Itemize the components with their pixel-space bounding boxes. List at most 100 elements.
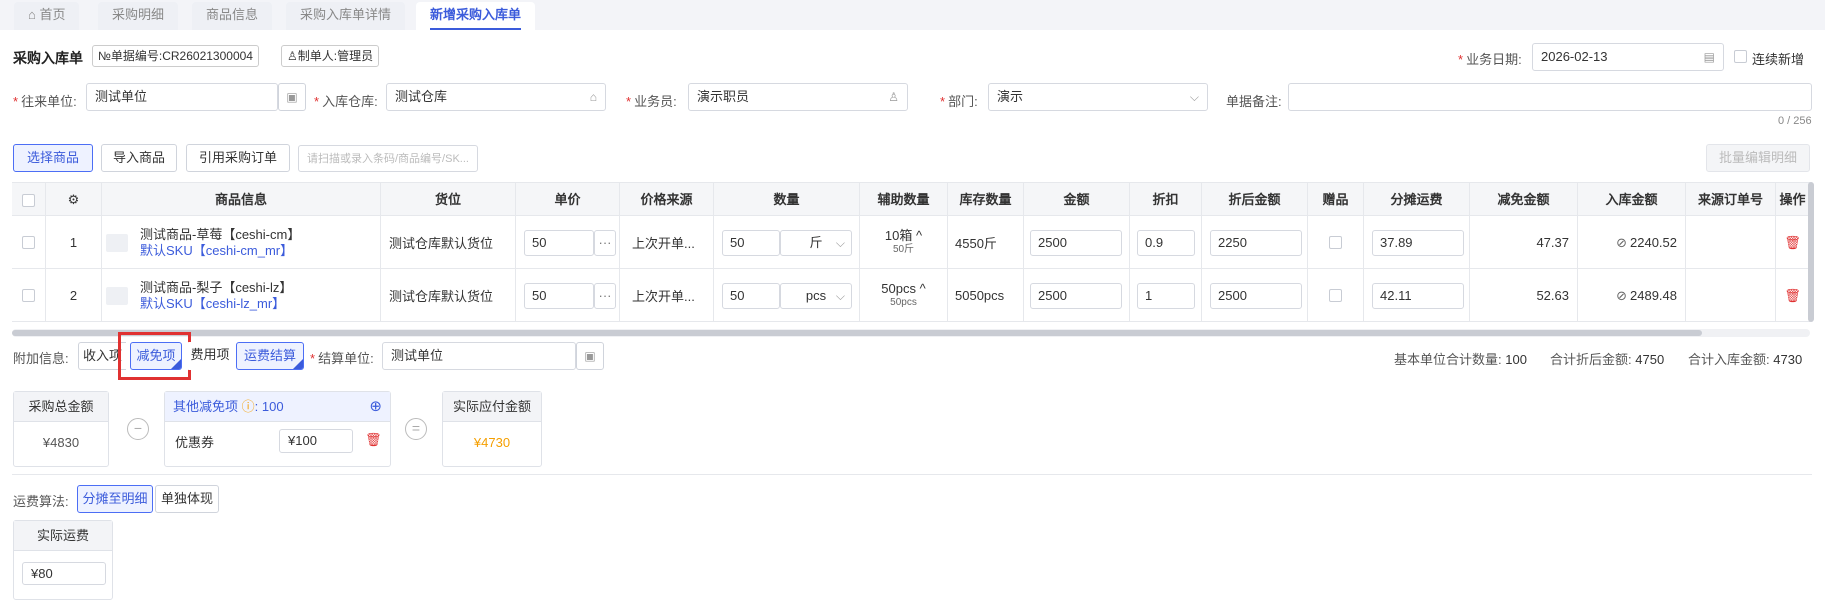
qty-input[interactable]: 50 [722, 229, 780, 256]
stock-cell: 5050pcs [948, 269, 1024, 322]
eye-off-icon[interactable]: ⊘ [1616, 288, 1627, 304]
aux-qty-cell[interactable]: 10箱 ^ 50斤 [860, 216, 948, 269]
price-input[interactable]: 50 [524, 229, 594, 256]
row-checkbox[interactable] [22, 289, 35, 302]
col-action: 操作 [1776, 183, 1810, 217]
actual-freight-label: 实际运费 [14, 521, 112, 551]
gift-checkbox[interactable] [1329, 236, 1342, 249]
import-goods-button[interactable]: 导入商品 [101, 144, 177, 172]
price-source[interactable]: 上次开单... [620, 216, 714, 269]
warehouse-input[interactable]: 测试仓库 ⌂ [386, 83, 606, 111]
user-icon: ♙ [888, 90, 899, 104]
gear-icon[interactable]: ⚙ [68, 192, 80, 207]
salesman-input[interactable]: 演示职员 ♙ [688, 83, 908, 111]
purchase-total-value: ¥4830 [42, 435, 80, 450]
goods-image-icon [106, 233, 128, 252]
freight-input[interactable]: 37.89 [1372, 229, 1464, 256]
discount-input[interactable]: 0.9 [1137, 229, 1195, 256]
chevron-down-icon: ⌵ [1189, 90, 1199, 104]
partner-input[interactable]: 测试单位 [86, 83, 278, 111]
sku-link[interactable]: 默认SKU【ceshi-cm_mr】 [140, 243, 300, 259]
eye-off-icon[interactable]: ⊘ [1616, 235, 1627, 251]
delete-icon[interactable]: 🗑 [365, 432, 382, 448]
col-amount: 金额 [1024, 183, 1130, 217]
freight-single-option[interactable]: 单独体现 [155, 485, 219, 513]
unit-select[interactable]: 斤 ⌵ [780, 229, 852, 256]
price-more-button[interactable]: ··· [594, 282, 616, 309]
goods-image-icon [106, 286, 128, 305]
aux-qty-cell[interactable]: 50pcs ^ 50pcs [860, 269, 948, 322]
payable-label: 实际应付金额 [443, 392, 541, 422]
goods-name: 测试商品-梨子【ceshi-lz】 [140, 279, 293, 295]
col-source-order: 来源订单号 [1686, 183, 1776, 217]
freight-algo-label: 运费算法: [13, 494, 69, 509]
tab-new-inbound[interactable]: 新增采购入库单 [416, 2, 536, 30]
dept-select[interactable]: 演示 ⌵ [988, 83, 1208, 111]
col-freight: 分摊运费 [1364, 183, 1470, 217]
creator-label: 制单人: [297, 49, 338, 63]
row-index: 2 [46, 269, 102, 322]
help-icon[interactable]: ⓘ [242, 399, 255, 414]
continue-label: 连续新增 [1752, 52, 1805, 67]
actual-freight-input[interactable]: ¥80 [22, 562, 106, 585]
location-cell: 测试仓库默认货位 [381, 216, 516, 269]
freight-split-option[interactable]: 分摊至明细 [77, 485, 153, 513]
creator-tag: ♙制单人:管理员 [281, 45, 380, 67]
price-input[interactable]: 50 [524, 282, 594, 309]
tab-inbound-detail[interactable]: 采购入库单详情 [286, 2, 406, 30]
qty-input[interactable]: 50 [722, 282, 780, 309]
amount-input[interactable]: 2500 [1030, 229, 1122, 256]
gift-checkbox[interactable] [1329, 289, 1342, 302]
table-scrollbar-thumb[interactable] [12, 330, 1702, 336]
unit-select[interactable]: pcs ⌵ [780, 282, 852, 309]
payable-value: ¥4730 [473, 435, 511, 450]
sku-link[interactable]: 默认SKU【ceshi-lz_mr】 [140, 296, 292, 312]
other-reduce-box: 其他减免项 ⓘ: 100 ⊕ 优惠券 ¥100 🗑 [164, 391, 391, 467]
row-checkbox[interactable] [22, 236, 35, 249]
delete-icon[interactable]: 🗑 [1776, 269, 1810, 322]
tab-fee[interactable]: 费用项 [186, 342, 234, 370]
table-row: 1 测试商品-草莓【ceshi-cm】 默认SKU【ceshi-cm_mr】 测… [12, 216, 1810, 269]
settle-picker-button[interactable]: ▣ [576, 342, 604, 370]
warehouse-label: * 入库仓库: [314, 94, 378, 109]
batch-edit-button[interactable]: 批量编辑明细 [1706, 144, 1810, 172]
col-aux-qty: 辅助数量 [860, 183, 948, 217]
add-icon[interactable]: ⊕ [369, 392, 382, 422]
delete-icon[interactable]: 🗑 [1776, 216, 1810, 269]
settle-input[interactable]: 测试单位 [382, 342, 576, 370]
chevron-down-icon: ⌵ [835, 235, 845, 250]
discount-input[interactable]: 1 [1137, 282, 1195, 309]
tab-label: 首页 [39, 7, 66, 22]
warehouse-icon: ⌂ [589, 90, 597, 104]
tab-home[interactable]: ⌂ 首页 [14, 2, 80, 30]
price-source[interactable]: 上次开单... [620, 269, 714, 322]
tab-goods-info[interactable]: 商品信息 [192, 2, 273, 30]
col-gift: 赠品 [1308, 183, 1364, 217]
goods-cell: 测试商品-梨子【ceshi-lz】 默认SKU【ceshi-lz_mr】 [102, 269, 381, 322]
disc-amount-input[interactable]: 2250 [1210, 229, 1302, 256]
biz-date-input[interactable]: 2026-02-13 ▤ [1532, 43, 1724, 71]
caret-up-icon: ^ [915, 227, 923, 243]
tab-freight[interactable]: 运费结算 [236, 342, 304, 370]
freight-input[interactable]: 42.11 [1372, 282, 1464, 309]
location-cell: 测试仓库默认货位 [381, 269, 516, 322]
select-all-checkbox[interactable] [22, 194, 35, 208]
tab-purchase-detail[interactable]: 采购明细 [98, 2, 179, 30]
in-amount-cell: ⊘ 2489.48 [1578, 269, 1686, 322]
settings-cell[interactable]: ⚙ [46, 183, 102, 217]
scan-input[interactable]: 请扫描或录入条码/商品编号/SK... [298, 145, 478, 172]
coupon-input[interactable]: ¥100 [279, 429, 353, 453]
reduce-value: 47.37 [1470, 216, 1578, 269]
in-amount-value: 2240.52 [1630, 235, 1677, 250]
disc-amount-input[interactable]: 2500 [1210, 282, 1302, 309]
select-goods-button[interactable]: 选择商品 [13, 144, 93, 172]
amount-input[interactable]: 2500 [1030, 282, 1122, 309]
partner-picker-button[interactable]: ▣ [278, 83, 306, 111]
continue-checkbox[interactable] [1734, 50, 1747, 66]
select-all-cell[interactable] [12, 183, 46, 217]
remark-input[interactable] [1288, 83, 1812, 111]
equals-icon: = [405, 418, 427, 440]
table-vscroll-thumb[interactable] [1808, 182, 1814, 322]
price-more-button[interactable]: ··· [594, 229, 616, 256]
ref-order-button[interactable]: 引用采购订单 [186, 144, 290, 172]
